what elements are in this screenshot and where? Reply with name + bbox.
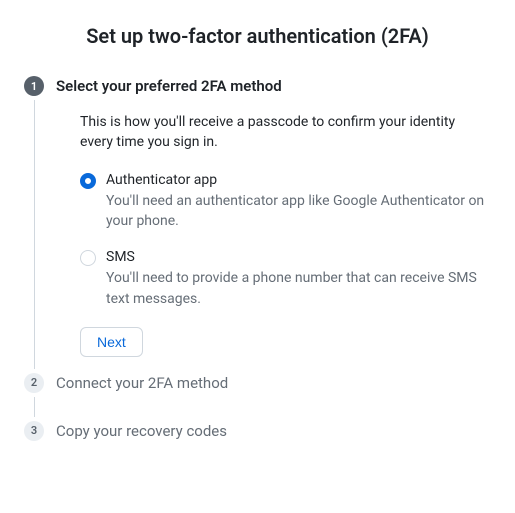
radio-label-authenticator: Authenticator app	[106, 171, 491, 191]
next-button[interactable]: Next	[80, 327, 143, 357]
step-title-3: Copy your recovery codes	[56, 421, 491, 441]
radio-option-authenticator[interactable]: Authenticator app You'll need an authent…	[80, 171, 491, 232]
step-connector	[34, 397, 35, 417]
radio-description-authenticator: You'll need an authenticator app like Go…	[106, 191, 491, 232]
radio-input-sms[interactable]	[80, 250, 96, 266]
page-title: Set up two-factor authentication (2FA)	[24, 24, 491, 48]
step-badge-3: 3	[24, 421, 44, 441]
step-badge-1: 1	[24, 76, 44, 96]
radio-option-sms[interactable]: SMS You'll need to provide a phone numbe…	[80, 248, 491, 309]
step-description: This is how you'll receive a passcode to…	[80, 112, 491, 153]
radio-group-2fa-method: Authenticator app You'll need an authent…	[80, 171, 491, 309]
step-title-2: Connect your 2FA method	[56, 373, 491, 393]
radio-label-sms: SMS	[106, 248, 491, 268]
step-title-1: Select your preferred 2FA method	[56, 76, 491, 96]
steps-container: 1 Select your preferred 2FA method This …	[24, 76, 491, 457]
step-badge-2: 2	[24, 373, 44, 393]
radio-description-sms: You'll need to provide a phone number th…	[106, 268, 491, 309]
step-connector	[34, 100, 35, 369]
radio-input-authenticator[interactable]	[80, 173, 96, 189]
